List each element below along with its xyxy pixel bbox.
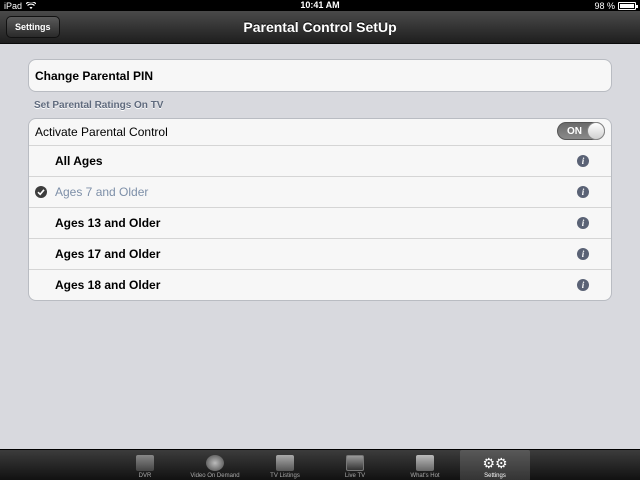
tab-label: Settings <box>484 473 506 479</box>
status-right: 98 % <box>594 0 638 11</box>
rating-row-ages-17[interactable]: Ages 17 and Older i <box>29 238 611 269</box>
tab-label: What's Hot <box>410 473 440 479</box>
popcorn-icon <box>416 455 434 471</box>
rating-label: Ages 17 and Older <box>55 247 161 261</box>
film-reel-icon <box>206 455 224 471</box>
change-pin-label: Change Parental PIN <box>35 68 154 83</box>
battery-fill <box>620 3 634 8</box>
change-pin-row[interactable]: Change Parental PIN <box>29 60 611 91</box>
settings-back-button[interactable]: Settings <box>6 16 60 38</box>
rating-label: All Ages <box>55 154 103 168</box>
dvr-icon <box>136 455 154 471</box>
info-icon[interactable]: i <box>577 186 589 198</box>
section-header: Set Parental Ratings On TV <box>34 100 164 111</box>
status-time: 10:41 AM <box>300 0 340 10</box>
toggle-label: ON <box>567 125 582 137</box>
activate-label: Activate Parental Control <box>35 125 168 139</box>
nav-bar: Settings Parental Control SetUp <box>0 11 640 44</box>
rating-row-ages-7[interactable]: Ages 7 and Older i <box>29 176 611 207</box>
tab-label: TV Listings <box>270 473 300 479</box>
tab-label: DVR <box>138 473 152 479</box>
rating-label: Ages 18 and Older <box>55 278 161 292</box>
tv-icon <box>346 455 364 471</box>
parental-control-toggle[interactable]: ON <box>557 122 605 140</box>
rating-label: Ages 13 and Older <box>55 216 161 230</box>
battery-text: 98 % <box>594 0 615 11</box>
info-icon[interactable]: i <box>577 279 589 291</box>
tab-live-tv[interactable]: Live TV <box>320 450 390 480</box>
tab-dvr[interactable]: DVR <box>110 450 180 480</box>
status-bar: iPad 10:41 AM 98 % <box>0 0 640 11</box>
rating-row-ages-18[interactable]: Ages 18 and Older i <box>29 269 611 300</box>
ratings-group: Activate Parental Control ON All Ages i … <box>28 118 612 301</box>
gears-icon: ⚙⚙ <box>482 454 508 471</box>
tab-label: Live TV <box>344 473 366 479</box>
battery-icon <box>618 1 638 10</box>
toggle-knob <box>587 122 605 140</box>
rating-label: Ages 7 and Older <box>55 185 149 199</box>
activate-parental-control-row: Activate Parental Control ON <box>29 119 611 145</box>
listings-icon <box>276 455 294 471</box>
info-icon[interactable]: i <box>577 217 589 229</box>
checkmark-icon <box>35 186 47 198</box>
info-icon[interactable]: i <box>577 155 589 167</box>
tab-label: Video On Demand <box>190 473 240 479</box>
tab-video-on-demand[interactable]: Video On Demand <box>180 450 250 480</box>
rating-row-ages-13[interactable]: Ages 13 and Older i <box>29 207 611 238</box>
pin-group: Change Parental PIN <box>28 59 612 92</box>
tab-whats-hot[interactable]: What's Hot <box>390 450 460 480</box>
tab-bar: DVR Video On Demand TV Listings Live TV … <box>0 449 640 480</box>
page-title: Parental Control SetUp <box>243 19 397 35</box>
tab-settings[interactable]: ⚙⚙ Settings <box>460 450 530 480</box>
tab-tv-listings[interactable]: TV Listings <box>250 450 320 480</box>
info-icon[interactable]: i <box>577 248 589 260</box>
rating-row-all-ages[interactable]: All Ages i <box>29 145 611 176</box>
